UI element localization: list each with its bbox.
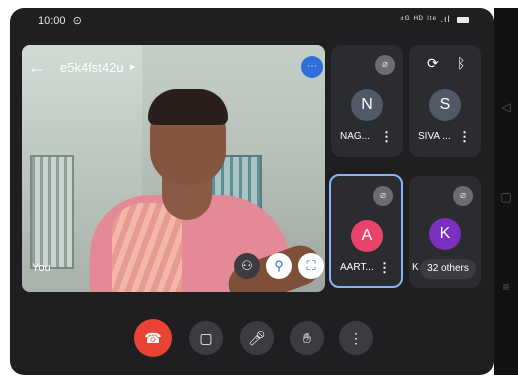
more-vert-icon[interactable]: ⋮ — [458, 129, 471, 145]
recents-nav-icon[interactable]: ≡ — [499, 280, 513, 294]
arrow-left-icon[interactable]: ← — [28, 55, 46, 79]
participant-name: SIVA ... — [418, 131, 451, 142]
microphone-icon[interactable]: 🎤︎ — [240, 321, 274, 355]
call-end-icon[interactable]: ☎ — [134, 319, 172, 357]
battery-icon — [457, 16, 469, 23]
effects-icon[interactable]: ⚇ — [234, 253, 260, 279]
status-icons: ⁴ᴳ ᴴᴰ ˡᵗᵉ .ıl — [400, 14, 469, 24]
mic-off-icon: ⌀ — [375, 55, 395, 75]
others-count-badge[interactable]: 32 others — [420, 259, 476, 279]
back-nav-icon[interactable]: ◁ — [499, 100, 513, 114]
participant-tile[interactable]: ⟳ ᛒ S SIVA ... ⋮ — [409, 45, 481, 157]
more-vert-icon[interactable]: ⋮ — [339, 321, 373, 355]
status-time: 10:00 ⊙ — [38, 15, 82, 27]
signal-text: ⁴ᴳ ᴴᴰ ˡᵗᵉ .ıl — [400, 14, 451, 24]
notification-icon: ⊙ — [72, 15, 82, 27]
more-vert-icon[interactable]: ⋮ — [380, 129, 393, 145]
participant-tile-selected[interactable]: ⌀ A AART... ⋮ — [329, 174, 403, 288]
mic-off-icon: ⌀ — [453, 186, 473, 206]
bluetooth-icon: ᛒ — [457, 55, 466, 71]
raise-hand-icon[interactable]: ✋︎ — [290, 321, 324, 355]
self-label: You — [32, 262, 51, 274]
avatar: A — [351, 220, 383, 252]
camera-icon[interactable]: ▢ — [189, 321, 223, 355]
chevron-right-icon[interactable]: ▸ — [130, 60, 136, 73]
avatar: K — [429, 218, 461, 250]
participant-name: K — [412, 262, 419, 273]
more-vert-icon[interactable]: ⋮ — [378, 260, 391, 276]
avatar: S — [429, 89, 461, 121]
system-nav-bar: ◁ ▢ ≡ — [494, 8, 518, 375]
switch-camera-icon[interactable]: ⟳ — [427, 55, 439, 72]
pin-icon[interactable]: ⚲ — [266, 253, 292, 279]
avatar: N — [351, 89, 383, 121]
home-nav-icon[interactable]: ▢ — [499, 190, 513, 204]
participant-name: AART... — [340, 262, 374, 273]
fullscreen-icon[interactable]: ⛶ — [298, 253, 324, 279]
mic-off-icon: ⌀ — [373, 186, 393, 206]
background-window — [30, 155, 74, 269]
meeting-code[interactable]: e5k4fst42u — [60, 60, 124, 75]
participant-tile[interactable]: ⌀ N NAG... ⋮ — [331, 45, 403, 157]
participant-name: NAG... — [340, 131, 371, 142]
audio-level-icon: ⋯ — [301, 56, 323, 78]
meeting-header: ← e5k4fst42u ▸ — [22, 55, 322, 81]
